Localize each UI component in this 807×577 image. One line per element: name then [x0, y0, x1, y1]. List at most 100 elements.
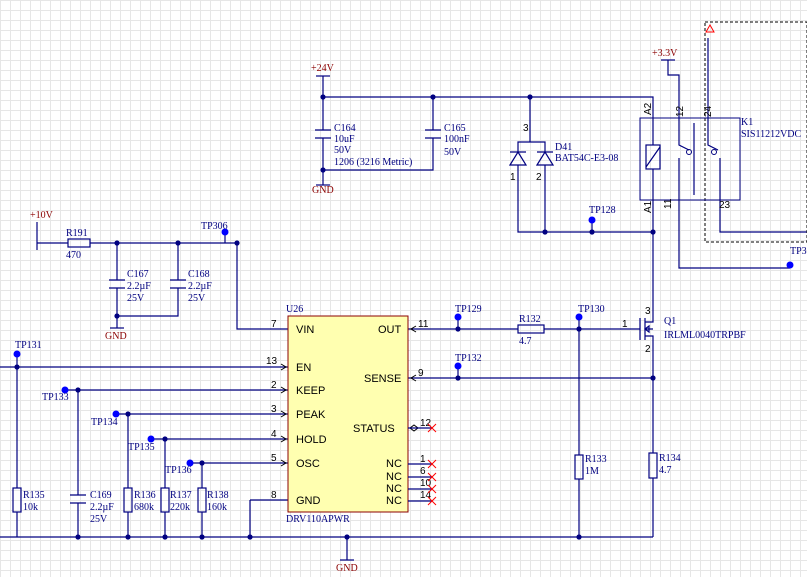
pin-label-status: STATUS	[353, 423, 395, 435]
resistor-r134: R134 4.7	[648, 452, 681, 479]
pin-label-en: EN	[296, 362, 311, 374]
testpoint-tp132[interactable]: TP132	[454, 353, 482, 370]
r137-value: 220k	[170, 502, 190, 513]
pin-num-keep: 2	[271, 380, 277, 391]
testpoint-tp130[interactable]: TP130	[575, 304, 605, 321]
capacitor-c168: C168 2.2µF 25V	[170, 269, 212, 304]
r191-value: 470	[66, 250, 81, 261]
tp133-label: TP133	[42, 392, 69, 403]
power-label-24v: +24V	[311, 63, 335, 74]
mosfet-q1: Q1 IRLML0040TRPBF 1 3 2	[622, 306, 746, 355]
pin-label-nc3: NC	[386, 483, 402, 495]
r134-value: 4.7	[659, 465, 672, 476]
pin-label-nc4: NC	[386, 495, 402, 507]
pin-num-osc: 5	[271, 453, 277, 464]
k1-pin-a2: A2	[643, 102, 654, 115]
testpoint-tp134[interactable]: TP134	[91, 410, 120, 429]
gnd-port-main: GND	[336, 559, 358, 574]
q1-part: IRLML0040TRPBF	[664, 330, 746, 341]
testpoint-tp129[interactable]: TP129	[454, 304, 482, 321]
pin-label-nc2: NC	[386, 471, 402, 483]
tp3-label: TP3	[790, 246, 807, 257]
q1-pin1: 1	[622, 319, 628, 330]
k1-pin-12: 12	[675, 105, 686, 117]
r132-value: 4.7	[519, 336, 532, 347]
testpoint-tp306[interactable]: TP306	[201, 221, 229, 236]
pin-label-out: OUT	[378, 324, 402, 336]
capacitor-c165: C165 100nF 50V	[425, 123, 470, 158]
diode-d41: D41 BAT54C-E3-08 3 1 2	[508, 123, 618, 183]
u26-part: DRV110APWR	[286, 514, 350, 525]
c168-value: 2.2µF	[188, 281, 212, 292]
gnd-port-c167: GND	[105, 327, 127, 342]
pin-num-en: 13	[266, 356, 278, 367]
pin-num-hold: 4	[271, 429, 277, 440]
k1-ref: K1	[741, 117, 753, 128]
power-label-10v: +10V	[30, 210, 54, 221]
pin-num-gnd: 8	[271, 490, 277, 501]
pin-num-out: 11	[418, 319, 429, 330]
q1-pin3: 3	[645, 306, 651, 317]
r137-ref: R137	[170, 490, 192, 501]
pin-num-status: 12	[420, 418, 432, 429]
capacitor-c167: C167 2.2µF 25V	[109, 269, 151, 304]
r135-ref: R135	[23, 490, 45, 501]
pin-label-peak: PEAK	[296, 409, 326, 421]
c164-package: 1206 (3216 Metric)	[334, 157, 412, 168]
k1-pin-11: 11	[663, 198, 674, 209]
d41-part: BAT54C-E3-08	[555, 153, 618, 164]
k1-pin-23: 23	[719, 200, 731, 211]
r191-ref: R191	[66, 228, 88, 239]
d41-pin3: 3	[523, 123, 529, 134]
pin-num-nc2: 6	[420, 466, 426, 477]
c167-ref: C167	[127, 269, 149, 280]
testpoint-tp136[interactable]: TP136	[165, 459, 194, 477]
testpoint-tp3[interactable]: TP3	[786, 246, 807, 269]
k1-pin-24: 24	[703, 105, 714, 117]
r136-value: 680k	[134, 502, 154, 513]
tp128-label: TP128	[589, 205, 616, 216]
gnd-label-c167: GND	[105, 331, 127, 342]
testpoint-tp131[interactable]: TP131	[13, 340, 42, 358]
k1-pin-a1: A1	[643, 200, 654, 213]
tp134-label: TP134	[91, 417, 118, 428]
c164-value: 10uF	[334, 134, 355, 145]
c164-voltage: 50V	[334, 145, 352, 156]
c164-ref: C164	[334, 123, 356, 134]
q1-pin2: 2	[645, 344, 651, 355]
pin-num-vin: 7	[271, 319, 277, 330]
c165-voltage: 50V	[444, 147, 462, 158]
resistor-r191: R191 470	[66, 228, 91, 261]
ic-u26: U26 DRV110APWR VIN EN KEEP PEAK HOLD OSC…	[266, 304, 437, 525]
power-port-10v: +10V	[30, 210, 54, 250]
gnd-label-c164: GND	[312, 185, 334, 196]
r135-value: 10k	[23, 502, 38, 513]
pin-label-nc1: NC	[386, 458, 402, 470]
testpoint-tp128[interactable]: TP128	[588, 205, 616, 224]
capacitor-c164: C164 10uF 50V 1206 (3216 Metric)	[315, 123, 412, 168]
pin-num-sense: 9	[418, 368, 424, 379]
r138-ref: R138	[207, 490, 229, 501]
r138-value: 160k	[207, 502, 227, 513]
pin-label-sense: SENSE	[364, 373, 401, 385]
resistor-r136: R136 680k	[123, 487, 156, 513]
c169-value: 2.2µF	[90, 502, 114, 513]
d41-ref: D41	[555, 142, 572, 153]
c168-voltage: 25V	[188, 293, 206, 304]
c169-ref: C169	[90, 490, 112, 501]
u26-ref: U26	[286, 304, 303, 315]
resistor-r132: R132 4.7	[517, 314, 545, 347]
q1-ref: Q1	[664, 316, 676, 327]
c167-voltage: 25V	[127, 293, 145, 304]
testpoint-tp133[interactable]: TP133	[42, 386, 69, 404]
gnd-label-main: GND	[336, 563, 358, 574]
d41-pin1: 1	[510, 172, 516, 183]
r133-value: 1M	[585, 466, 599, 477]
testpoint-tp135[interactable]: TP135	[128, 435, 155, 454]
r136-ref: R136	[134, 490, 156, 501]
c165-value: 100nF	[444, 134, 470, 145]
resistor-r137: R137 220k	[160, 487, 192, 513]
r134-ref: R134	[659, 453, 681, 464]
pin-num-peak: 3	[271, 404, 277, 415]
pin-label-keep: KEEP	[296, 385, 325, 397]
